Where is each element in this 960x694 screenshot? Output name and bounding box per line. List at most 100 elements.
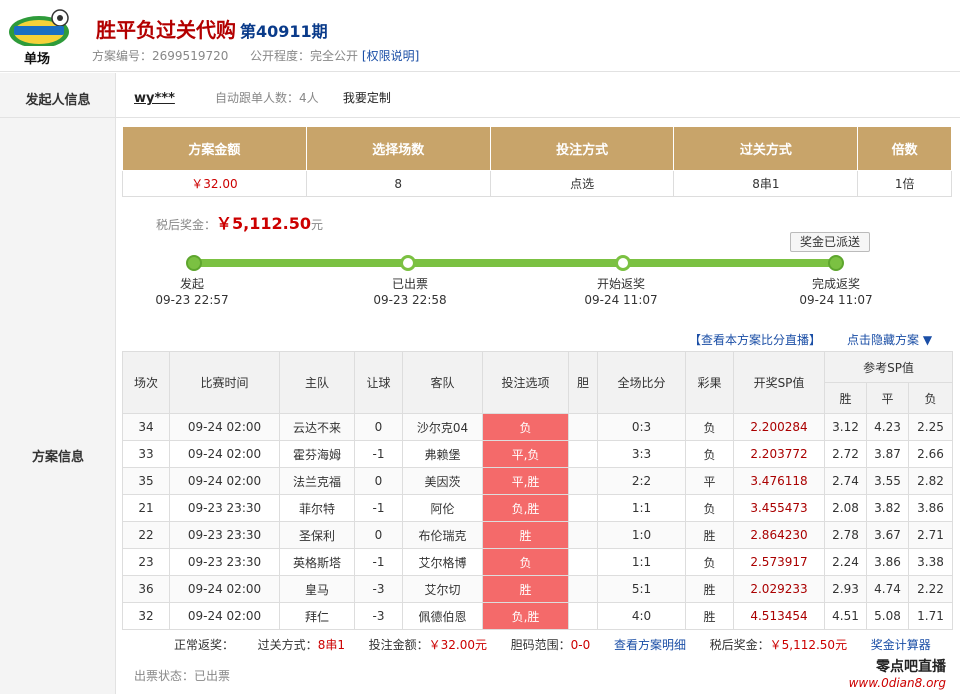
range-label: 胆码范围：: [510, 638, 571, 652]
full-score: 3:3: [597, 440, 686, 468]
bet-option: 负: [482, 548, 569, 576]
home-team: 英格斯塔: [279, 548, 355, 576]
result: 负: [685, 548, 734, 576]
prize-amount: ￥5,112.50: [216, 214, 311, 233]
handicap: 0: [354, 521, 403, 549]
table-row: 21 09-23 23:30 菲尔特 -1 阿伦 负,胜 1:1 负 3.455473 2.08 3…: [122, 494, 954, 522]
home-team: 皇马: [279, 575, 355, 603]
sp-value: 3.455473: [733, 494, 825, 522]
detail-body: 34 09-24 02:00 云达不来 0 沙尔克04 负 0:3 负 2.200284 3.12…: [122, 413, 954, 630]
table-row: 22 09-23 23:30 圣保利 0 布伦瑞克胜 1:0 胜 2.864230 2.78 3.…: [122, 521, 954, 549]
full-score: 4:0: [597, 602, 686, 630]
summary-header: 方案金额: [122, 126, 307, 171]
result: 胜: [685, 602, 734, 630]
step-time: 09-23 22:57: [155, 293, 229, 307]
sp-value: 3.476118: [733, 467, 825, 495]
initiator-user-link[interactable]: wy***: [134, 91, 175, 106]
result: 胜: [685, 575, 734, 603]
bet-option: 平,胜: [482, 467, 569, 495]
progress-dot-payout-start: [615, 255, 631, 271]
home-team: 云达不来: [279, 413, 355, 441]
full-score: 1:1: [597, 494, 686, 522]
sp-sub-header: 平: [866, 382, 909, 414]
result: 负: [685, 413, 734, 441]
ref-sp-draw: 4.23: [866, 413, 909, 441]
ref-sp-lose: 3.86: [907, 494, 954, 522]
col-header: 全场比分: [597, 351, 686, 414]
match-count: 8: [305, 170, 491, 197]
left-label-column: [0, 73, 116, 694]
step-label: 已出票: [391, 277, 428, 291]
ref-sp-win: 2.93: [824, 575, 867, 603]
match-no: 35: [122, 467, 170, 495]
normal-payout-summary: 正常返奖： 过关方式：8串1 投注金额：￥32.00元 胆码范围：0-0 查看方…: [174, 636, 931, 653]
auto-follow-count: 自动跟单人数：4人: [215, 91, 319, 105]
away-team: 艾尔切: [402, 575, 483, 603]
banker: [568, 440, 598, 468]
step-time: 09-24 11:07: [799, 293, 873, 307]
banker: [568, 602, 598, 630]
away-team: 美因茨: [402, 467, 483, 495]
hide-plan-link-wrap: 点击隐藏方案 ▼: [847, 331, 932, 348]
pass-label: 过关方式：: [257, 638, 318, 652]
bet-option: 负,胜: [482, 494, 569, 522]
after-tax-prize: 税后奖金：￥5,112.50元: [156, 210, 323, 234]
away-team: 沙尔克04: [402, 413, 483, 441]
view-plan-detail-link[interactable]: 查看方案明细: [614, 638, 686, 652]
site-watermark: 零点吧直播 www.0dian8.org: [842, 656, 946, 690]
progress-dot-start: [186, 255, 202, 271]
summary-header-row: 方案金额 选择场数 投注方式 过关方式 倍数: [122, 126, 952, 171]
prize-dispatched-button[interactable]: 奖金已派送: [790, 232, 870, 252]
ref-sp-lose: 2.66: [907, 440, 954, 468]
sp-value: 2.029233: [733, 575, 825, 603]
permission-link[interactable]: [权限说明]: [362, 49, 419, 63]
result: 胜: [685, 521, 734, 549]
bet-option: 负: [482, 413, 569, 441]
sp-sub-header: 负: [907, 382, 954, 414]
result: 平: [685, 467, 734, 495]
home-team: 拜仁: [279, 602, 355, 630]
progress-step: 发起 09-23 22:57: [137, 276, 247, 308]
bet-option: 胜: [482, 521, 569, 549]
away-team: 艾尔格博: [402, 548, 483, 576]
table-row: 35 09-24 02:00 法兰克福 0 美因茨 平,胜 2:2 平 3.476118 2.74…: [122, 467, 954, 495]
ref-sp-draw: 5.08: [866, 602, 909, 630]
range-value: 0-0: [570, 638, 591, 652]
single-match-logo: 单场: [6, 6, 76, 67]
banker: [568, 575, 598, 603]
ref-sp-win: 3.12: [824, 413, 867, 441]
public-label: 公开程度：: [250, 49, 311, 63]
page-header: 单场 胜平负过关代购 第40911期 方案编号：2699519720 公开程度：完…: [0, 0, 960, 72]
result: 负: [685, 494, 734, 522]
progress-step: 已出票 09-23 22:58: [355, 276, 465, 308]
public-value: 完全公开: [310, 49, 359, 63]
col-header: 投注选项: [482, 351, 569, 414]
banker: [568, 548, 598, 576]
col-header: 场次: [122, 351, 170, 414]
ref-sp-draw: 3.55: [866, 467, 909, 495]
progress-step: 完成返奖 09-24 11:07: [781, 276, 891, 308]
prize-calculator-link[interactable]: 奖金计算器: [871, 638, 931, 652]
summary-header: 投注方式: [489, 126, 675, 171]
watermark-url: www.0dian8.org: [848, 676, 946, 690]
ref-sp-lose: 2.22: [907, 575, 954, 603]
progress-step: 开始返奖 09-24 11:07: [566, 276, 676, 308]
live-score-link[interactable]: 【查看本方案比分直播】: [689, 333, 821, 347]
plan-meta: 方案编号：2699519720 公开程度：完全公开 [权限说明]: [92, 47, 419, 64]
match-no: 34: [122, 413, 170, 441]
custom-order-link[interactable]: 我要定制: [343, 91, 391, 105]
full-score: 2:2: [597, 467, 686, 495]
banker: [568, 467, 598, 495]
hide-plan-link[interactable]: 点击隐藏方案 ▼: [847, 333, 932, 347]
ref-sp-win: 2.08: [824, 494, 867, 522]
plan-amount: ￥32.00: [122, 170, 307, 197]
full-score: 5:1: [597, 575, 686, 603]
match-time: 09-24 02:00: [169, 413, 280, 441]
detail-header-row: 场次 比赛时间 主队 让球 客队 投注选项 胆 全场比分 彩果 开奖SP值 参考…: [122, 351, 954, 414]
full-score: 0:3: [597, 413, 686, 441]
away-team: 布伦瑞克: [402, 521, 483, 549]
table-row: 34 09-24 02:00 云达不来 0 沙尔克04 负 0:3 负 2.200284 3.12…: [122, 413, 954, 441]
ref-sp-lose: 2.25: [907, 413, 954, 441]
match-time: 09-24 02:00: [169, 602, 280, 630]
col-header: 胆: [568, 351, 598, 414]
